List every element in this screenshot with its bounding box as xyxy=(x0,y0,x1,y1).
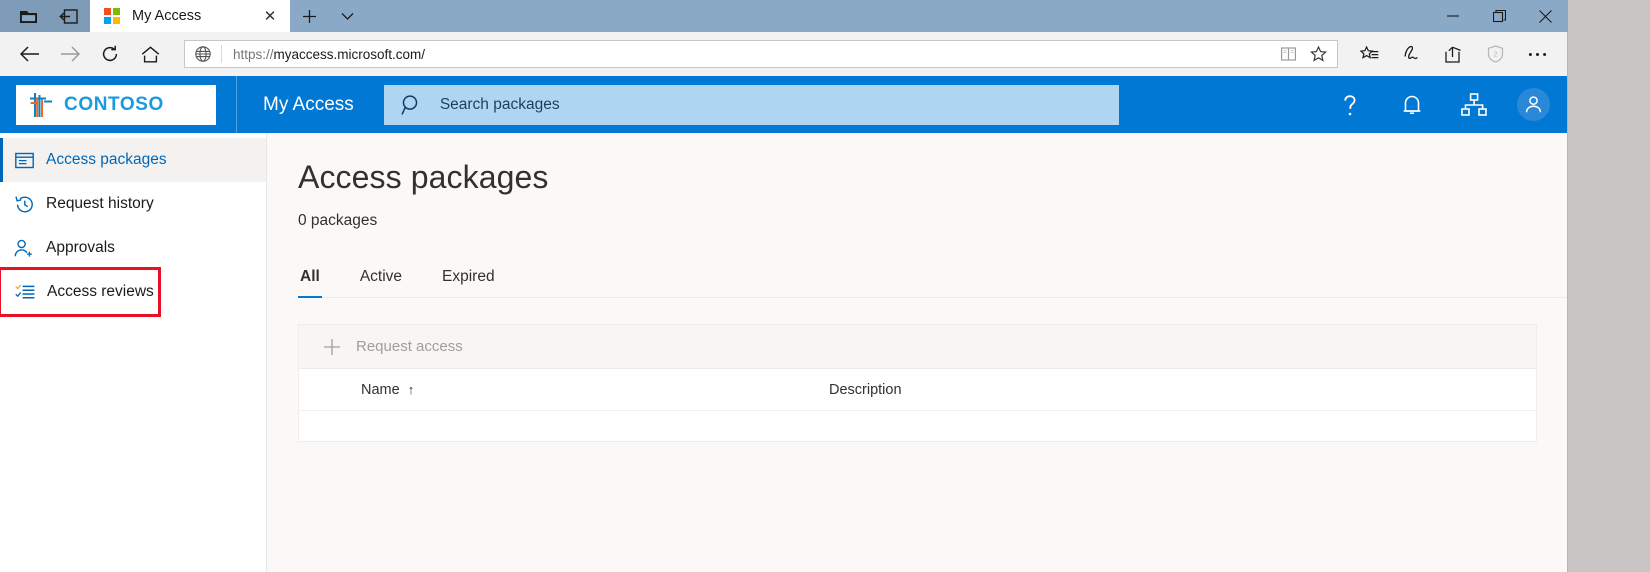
contoso-logo-text: CONTOSO xyxy=(64,94,164,116)
maximize-window-button[interactable] xyxy=(1476,0,1522,32)
sidebar-item-label: Request history xyxy=(46,195,154,213)
minimize-window-button[interactable] xyxy=(1430,0,1476,32)
share-icon[interactable] xyxy=(1432,36,1474,72)
reading-view-icon[interactable] xyxy=(1273,41,1303,67)
url-host: myaccess.microsoft.com/ xyxy=(274,47,426,62)
more-settings-icon[interactable] xyxy=(1516,36,1558,72)
search-packages-box[interactable]: Search packages xyxy=(384,85,1119,125)
help-icon[interactable] xyxy=(1319,76,1381,133)
notification-bell-icon[interactable] xyxy=(1381,76,1443,133)
column-header-description-label: Description xyxy=(829,382,902,398)
header-divider xyxy=(236,76,237,133)
sidebar-item-label: Access packages xyxy=(46,151,167,169)
window-controls xyxy=(1430,0,1568,32)
tab-active[interactable]: Active xyxy=(358,264,404,297)
main-content: Access packages 0 packages All Active Ex… xyxy=(267,133,1568,572)
header-action-icons xyxy=(1319,76,1568,133)
url-scheme: https:// xyxy=(233,47,274,62)
column-header-name[interactable]: Name ↑ xyxy=(299,382,829,398)
tab-list-dropdown-icon[interactable] xyxy=(328,0,366,32)
tab-preview-icon[interactable] xyxy=(8,0,48,32)
address-bar[interactable]: https://myaccess.microsoft.com/ xyxy=(184,40,1338,68)
web-notes-icon[interactable] xyxy=(1390,36,1432,72)
access-packages-icon xyxy=(11,148,37,172)
titlebar-left-icons xyxy=(0,0,90,32)
close-tab-icon[interactable]: ✕ xyxy=(256,2,284,30)
sidebar-item-access-packages[interactable]: Access packages xyxy=(0,138,266,182)
sidebar-item-label: Access reviews xyxy=(47,283,154,301)
close-window-button[interactable] xyxy=(1522,0,1568,32)
request-access-button[interactable]: Request access xyxy=(321,336,463,358)
table-empty-row xyxy=(299,411,1536,441)
contoso-logo-mark xyxy=(26,92,56,118)
table-header-row: Name ↑ Description xyxy=(299,369,1536,411)
page-title: Access packages xyxy=(267,133,1568,196)
user-avatar-icon[interactable] xyxy=(1517,88,1550,121)
sidebar-nav: Access packages Request history xyxy=(0,133,267,572)
tab-expired[interactable]: Expired xyxy=(440,264,497,297)
microsoft-logo-icon xyxy=(104,8,120,24)
history-clock-icon xyxy=(11,192,37,216)
command-bar: Request access xyxy=(299,325,1536,369)
request-access-label: Request access xyxy=(356,338,463,355)
refresh-button[interactable] xyxy=(90,36,130,72)
search-icon xyxy=(384,85,440,125)
checklist-icon xyxy=(12,280,38,304)
address-bar-url[interactable]: https://myaccess.microsoft.com/ xyxy=(222,47,1273,62)
app-name[interactable]: My Access xyxy=(263,94,354,116)
app-header: CONTOSO My Access Search packages xyxy=(0,76,1568,133)
content-tabs: All Active Expired xyxy=(298,264,1568,298)
forward-button[interactable] xyxy=(50,36,90,72)
sidebar-item-label: Approvals xyxy=(46,239,115,257)
browser-tab[interactable]: My Access ✕ xyxy=(90,0,290,32)
app-shell: Access packages Request history xyxy=(0,133,1568,572)
sidebar-item-request-history[interactable]: Request history xyxy=(0,182,266,226)
column-header-description[interactable]: Description xyxy=(829,382,902,398)
sort-ascending-icon: ↑ xyxy=(408,383,415,396)
plus-icon xyxy=(321,336,343,358)
tab-all[interactable]: All xyxy=(298,264,322,297)
contoso-logo[interactable]: CONTOSO xyxy=(16,85,216,125)
title-bar: My Access ✕ xyxy=(0,0,1568,32)
back-button[interactable] xyxy=(10,36,50,72)
browser-window: My Access ✕ xyxy=(0,0,1568,572)
packages-panel: Request access Name ↑ Description xyxy=(298,324,1537,442)
browser-navigation-bar: https://myaccess.microsoft.com/ xyxy=(0,32,1568,76)
sidebar-item-approvals[interactable]: Approvals xyxy=(0,226,266,270)
search-placeholder: Search packages xyxy=(440,96,560,114)
person-add-icon xyxy=(11,236,37,260)
new-tab-button[interactable] xyxy=(290,0,328,32)
package-count: 0 packages xyxy=(267,196,1568,230)
favorites-hub-icon[interactable] xyxy=(1348,36,1390,72)
org-chart-icon[interactable] xyxy=(1443,76,1505,133)
set-aside-tabs-icon[interactable] xyxy=(48,0,88,32)
star-icon[interactable] xyxy=(1303,41,1333,67)
home-button[interactable] xyxy=(130,36,170,72)
column-header-name-label: Name xyxy=(361,382,400,398)
shield-icon[interactable]: 2 xyxy=(1474,36,1516,72)
desktop-background xyxy=(1568,0,1650,572)
browser-tab-title: My Access xyxy=(132,8,256,24)
sidebar-item-access-reviews[interactable]: Access reviews xyxy=(1,270,158,314)
globe-icon xyxy=(185,41,221,67)
svg-text:2: 2 xyxy=(1493,52,1497,59)
